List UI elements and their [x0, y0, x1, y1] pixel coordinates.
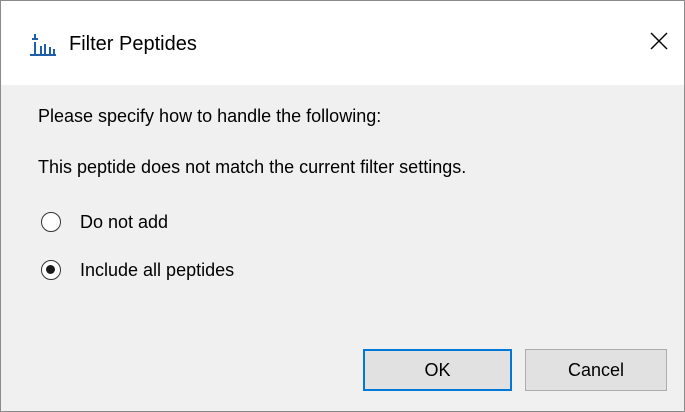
- skyline-icon: [29, 33, 57, 57]
- dialog-body: Please specify how to handle the followi…: [1, 85, 684, 411]
- message-text: This peptide does not match the current …: [38, 157, 467, 177]
- window-title: Filter Peptides: [69, 33, 197, 55]
- radio-selected-dot: [46, 265, 55, 274]
- radio-label-include-all-peptides: Include all peptides: [80, 260, 235, 280]
- title-bar: Filter Peptides: [1, 1, 684, 85]
- cancel-button[interactable]: Cancel: [525, 349, 667, 391]
- prompt-text: Please specify how to handle the followi…: [38, 106, 382, 126]
- filter-peptides-dialog: Filter Peptides Please specify how to ha…: [0, 0, 685, 412]
- radio-button-selected[interactable]: [41, 260, 61, 280]
- radio-do-not-add[interactable]: Do not add: [41, 211, 168, 233]
- radio-button-unselected[interactable]: [41, 212, 61, 232]
- radio-include-all-peptides[interactable]: Include all peptides: [41, 259, 234, 281]
- close-button[interactable]: [637, 23, 681, 63]
- ok-button[interactable]: OK: [363, 349, 512, 391]
- radio-label-do-not-add: Do not add: [80, 212, 169, 232]
- close-icon: [650, 32, 668, 55]
